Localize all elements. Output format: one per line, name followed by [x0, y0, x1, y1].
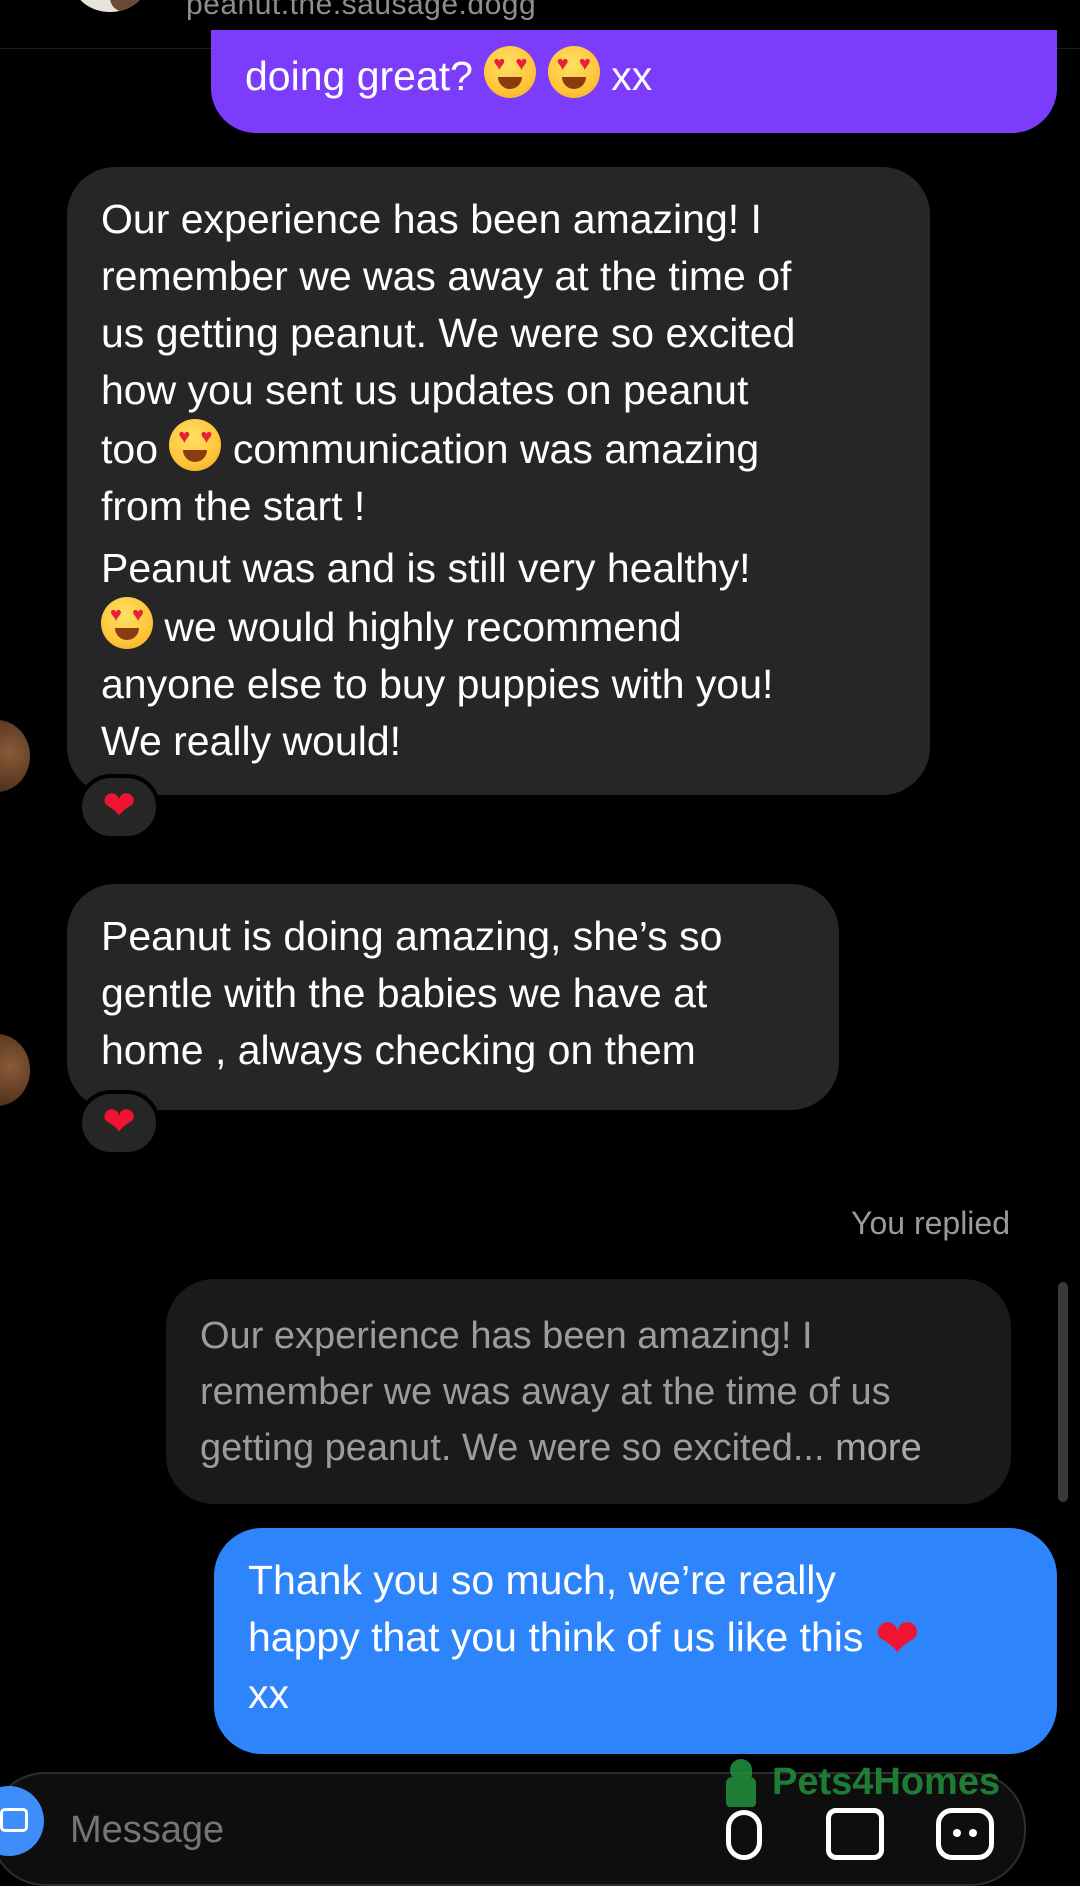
message-line: from the start ! — [101, 483, 366, 529]
message-input[interactable] — [68, 1808, 561, 1853]
quoted-line: Our experience has been amazing! I — [200, 1315, 813, 1357]
header-avatar[interactable] — [74, 0, 146, 12]
sender-avatar[interactable] — [0, 1034, 30, 1106]
message-line: xx — [248, 1671, 289, 1717]
red-heart-icon: ❤ — [874, 1607, 921, 1670]
sender-avatar[interactable] — [0, 720, 30, 792]
message-line: how you sent us updates on peanut — [101, 367, 749, 413]
message-line: Peanut is doing amazing, she’s so — [101, 913, 723, 959]
heart-eyes-emoji-icon — [101, 597, 153, 649]
message-line: We really would! — [101, 718, 402, 764]
message-outgoing-reply[interactable]: Thank you so much, we’re really happy th… — [214, 1528, 1057, 1754]
message-line: remember we was away at the time of — [101, 253, 792, 299]
message-line: home , always checking on them — [101, 1027, 696, 1073]
message-suffix: xx — [611, 53, 653, 99]
quoted-line: getting peanut. We were so excited... — [200, 1427, 825, 1469]
message-outgoing-top[interactable]: doing great? xx — [211, 30, 1057, 133]
quoted-line: remember we was away at the time of us — [200, 1371, 891, 1413]
sticker-icon[interactable] — [936, 1808, 994, 1860]
heart-eyes-emoji-icon — [169, 419, 222, 471]
message-text: doing great? — [245, 53, 473, 99]
microphone-icon[interactable] — [726, 1810, 762, 1860]
message-line: we would highly recommend — [164, 604, 682, 650]
message-line: happy that you think of us like this — [248, 1614, 864, 1660]
message-incoming-1[interactable]: Our experience has been amazing! I remem… — [67, 167, 930, 795]
you-replied-label: You replied — [851, 1205, 1010, 1241]
watermark-text: Pets4Homes — [772, 1760, 1001, 1803]
message-line: Peanut was and is still very healthy! — [101, 545, 751, 591]
message-line: us getting peanut. We were so excited — [101, 310, 796, 356]
message-line: too — [101, 426, 158, 472]
message-line: communication was amazing — [232, 426, 760, 472]
message-line: Our experience has been amazing! I — [101, 196, 762, 242]
message-line: Thank you so much, we’re really — [248, 1557, 836, 1603]
message-reaction[interactable]: ❤ — [78, 774, 160, 840]
red-heart-icon: ❤ — [102, 1099, 136, 1145]
heart-eyes-emoji-icon — [547, 46, 600, 98]
gallery-icon[interactable] — [826, 1808, 884, 1860]
heart-eyes-emoji-icon — [484, 46, 537, 98]
message-reaction[interactable]: ❤ — [78, 1090, 160, 1156]
watermark: Pets4Homes — [724, 1752, 1000, 1812]
message-line: anyone else to buy puppies with you! — [101, 661, 774, 707]
dog-logo-icon — [724, 1755, 766, 1809]
quoted-reply[interactable]: Our experience has been amazing! I remem… — [166, 1279, 1011, 1504]
message-incoming-2[interactable]: Peanut is doing amazing, she’s so gentle… — [67, 884, 839, 1110]
more-link[interactable]: more — [835, 1427, 922, 1469]
header-username[interactable]: peanut.the.sausage.dogg — [186, 0, 536, 22]
scrollbar[interactable] — [1058, 1282, 1068, 1502]
red-heart-icon: ❤ — [102, 783, 136, 829]
message-line: gentle with the babies we have at — [101, 970, 708, 1016]
